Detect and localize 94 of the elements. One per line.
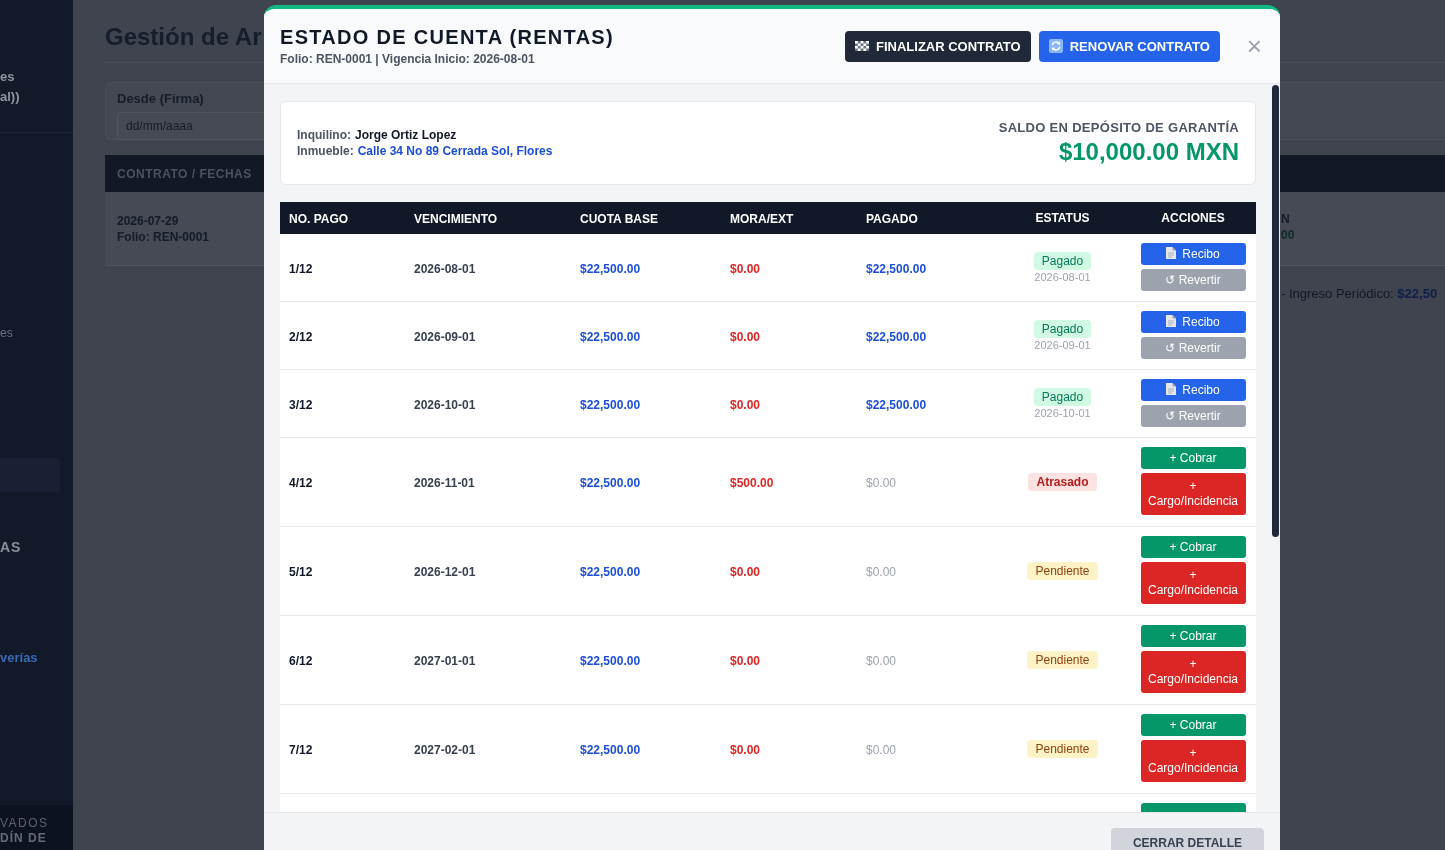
due-date: 2027-01-01 [414, 654, 476, 668]
paid-amount: $0.00 [866, 565, 897, 579]
late-fee: $0.00 [730, 565, 761, 579]
base-fee: $22,500.00 [580, 329, 641, 344]
paid-amount: $22,500.00 [866, 397, 927, 412]
late-fee: $0.00 [730, 329, 761, 344]
paid-amount: $0.00 [866, 654, 897, 668]
deposit-label: SALDO EN DEPÓSITO DE GARANTÍA [998, 119, 1239, 137]
property-address: Calle 34 No 89 Cerrada Sol, Flores [357, 143, 553, 159]
sidebar-heading: es [0, 68, 15, 86]
paid-amount: $22,500.00 [866, 329, 927, 344]
cut-text: 00 [1281, 227, 1295, 243]
checkered-flag-icon [855, 41, 869, 51]
status-date: 2026-08-01 [1034, 269, 1091, 284]
paid-amount: $22,500.00 [866, 261, 927, 276]
revert-button[interactable]: ↺ Revertir [1140, 269, 1246, 291]
incident-button[interactable]: + Cargo/Incidencia [1140, 562, 1246, 604]
receipt-button[interactable]: Recibo [1140, 379, 1246, 401]
late-fee: $0.00 [730, 397, 761, 412]
late-fee: $0.00 [730, 654, 761, 668]
payment-number: 6/12 [289, 654, 313, 668]
base-fee: $22,500.00 [580, 397, 641, 412]
base-fee: $22,500.00 [580, 476, 641, 490]
due-date: 2026-08-01 [414, 261, 476, 276]
charge-button[interactable]: + Cobrar [1140, 625, 1246, 647]
close-button[interactable]: × [1246, 33, 1262, 59]
base-fee: $22,500.00 [580, 654, 641, 668]
column-header: CUOTA BASE [580, 212, 658, 226]
due-date: 2026-12-01 [414, 565, 476, 579]
charge-button[interactable] [1140, 803, 1246, 812]
column-header: MORA/EXT [730, 212, 794, 226]
payment-number: 3/12 [289, 397, 313, 412]
status-date: 2026-10-01 [1034, 405, 1091, 420]
status-badge: Pagado [1033, 251, 1092, 270]
column-header: ESTATUS [1035, 211, 1090, 225]
modal-subtitle: Folio: REN-0001 | Vigencia Inicio: 2026-08-01 [280, 51, 535, 67]
close-detail-button[interactable]: CERRAR DETALLE [1110, 828, 1264, 850]
incident-button[interactable]: + Cargo/Incidencia [1140, 740, 1246, 782]
column-header: CONTRATO / FECHAS [117, 166, 252, 181]
due-date: 2027-02-01 [414, 743, 476, 757]
status-badge: Pendiente [1027, 651, 1098, 669]
tenant-label: Inquilino: [297, 127, 351, 143]
incident-button[interactable]: + Cargo/Incidencia [1140, 473, 1246, 515]
base-fee: $22,500.00 [580, 565, 641, 579]
status-badge: Pagado [1033, 319, 1092, 338]
finalize-button[interactable]: FINALIZAR CONTRATO [845, 30, 1031, 62]
receipt-button[interactable]: Recibo [1140, 311, 1246, 333]
status-badge: Atrasado [1028, 473, 1097, 491]
incident-button[interactable]: + Cargo/Incidencia [1140, 651, 1246, 693]
due-date: 2026-10-01 [414, 397, 476, 412]
receipt-button[interactable]: Recibo [1140, 243, 1246, 265]
payment-number: 7/12 [289, 743, 313, 757]
document-icon [1166, 383, 1177, 395]
late-fee: $0.00 [730, 261, 761, 276]
column-header: NO. PAGO [289, 212, 349, 226]
status-badge: Pagado [1033, 387, 1092, 406]
sidebar-link[interactable]: verías [0, 649, 38, 667]
paid-amount: $0.00 [866, 743, 897, 757]
column-header: PAGADO [866, 212, 918, 226]
status-badge: Pendiente [1027, 740, 1098, 758]
base-fee: $22,500.00 [580, 261, 641, 276]
base-fee: $22,500.00 [580, 743, 641, 757]
document-icon [1166, 247, 1177, 259]
column-header: VENCIMIENTO [414, 212, 498, 226]
document-icon [1166, 315, 1177, 327]
property-label: Inmueble: [297, 143, 354, 159]
deposit-amount: $10,000.00 MXN [1058, 137, 1239, 167]
renew-button[interactable]: RENOVAR CONTRATO [1038, 30, 1220, 62]
refresh-icon [1048, 39, 1063, 53]
charge-button[interactable]: + Cobrar [1140, 447, 1246, 469]
sidebar-item[interactable]: es [0, 325, 13, 341]
charge-button[interactable]: + Cobrar [1140, 714, 1246, 736]
payment-number: 5/12 [289, 565, 313, 579]
sidebar-footer-text: VADOS [0, 816, 49, 830]
paid-amount: $0.00 [866, 476, 897, 490]
revert-button[interactable]: ↺ Revertir [1140, 405, 1246, 427]
status-date: 2026-09-01 [1034, 337, 1091, 352]
column-header: ACCIONES [1161, 211, 1225, 225]
sidebar-section-title: AS [0, 538, 22, 556]
late-fee: $500.00 [730, 476, 774, 490]
payment-number: 4/12 [289, 476, 313, 490]
tenant-name: Jorge Ortiz Lopez [355, 127, 457, 143]
scrollbar-thumb[interactable] [1272, 85, 1279, 537]
revert-button[interactable]: ↺ Revertir [1140, 337, 1246, 359]
late-fee: $0.00 [730, 743, 761, 757]
due-date: 2026-11-01 [414, 476, 475, 490]
payment-number: 2/12 [289, 329, 313, 344]
sidebar-footer-text: DÍN DE [0, 831, 47, 846]
modal-title: ESTADO DE CUENTA (RENTAS) [280, 25, 614, 49]
sidebar-heading: al)) [0, 88, 20, 106]
due-date: 2026-09-01 [414, 329, 476, 344]
charge-button[interactable]: + Cobrar [1140, 536, 1246, 558]
payment-number: 1/12 [289, 261, 313, 276]
status-badge: Pendiente [1027, 562, 1098, 580]
